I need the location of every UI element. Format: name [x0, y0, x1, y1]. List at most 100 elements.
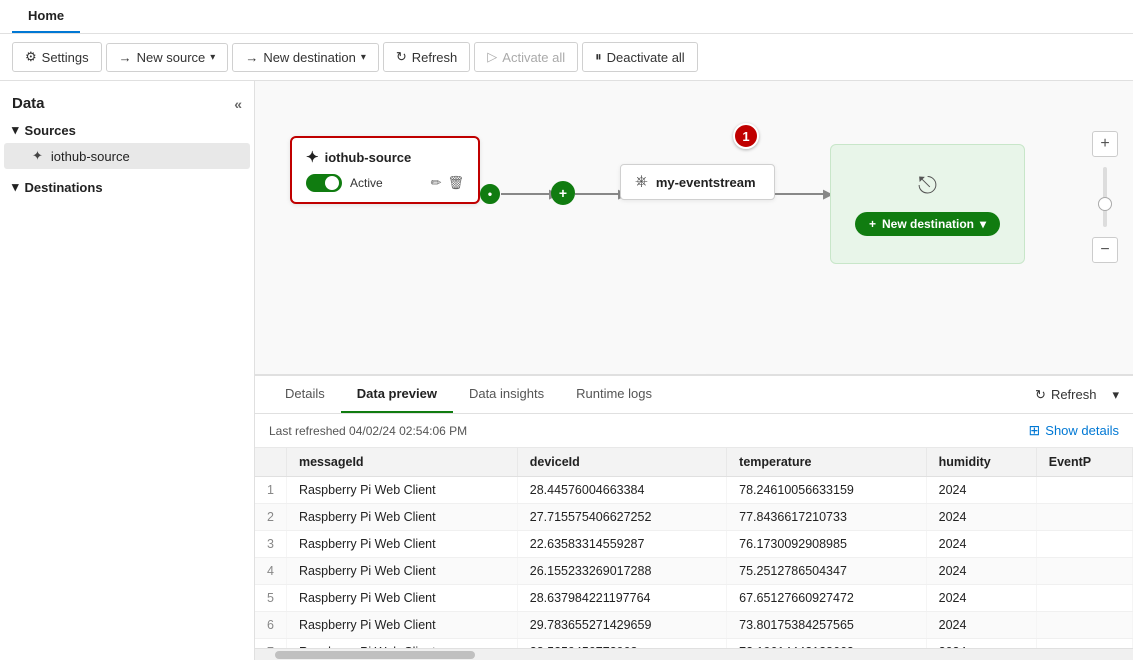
- destinations-chevron-icon: ▾: [12, 179, 19, 195]
- plus-connector[interactable]: +: [551, 181, 575, 205]
- sidebar-sources-section[interactable]: ▾ Sources: [0, 118, 254, 142]
- cell-row-num: 1: [255, 477, 286, 504]
- activate-all-icon: ▷: [487, 49, 497, 65]
- settings-button[interactable]: ⚙ Settings: [12, 42, 102, 72]
- table-cell: 22.63583314559287: [517, 531, 726, 558]
- eventstream-icon: ⎈: [635, 173, 648, 191]
- tab-data-insights[interactable]: Data insights: [453, 376, 560, 413]
- arrow-line-2: [575, 193, 620, 195]
- new-destination-canvas-button[interactable]: + New destination ▾: [855, 212, 1000, 236]
- source-delete-button[interactable]: 🗑: [447, 175, 464, 191]
- callout-1: 1: [733, 123, 759, 149]
- table-row: 7Raspberry Pi Web Client28.5259450773908…: [255, 639, 1133, 649]
- cell-row-num: 2: [255, 504, 286, 531]
- table-cell: 2024: [926, 558, 1036, 585]
- table-cell: Raspberry Pi Web Client: [286, 585, 517, 612]
- zoom-slider-thumb[interactable]: [1098, 197, 1112, 211]
- sidebar: Data « ▾ Sources ✦ iothub-source ▾ Desti…: [0, 81, 255, 660]
- bottom-panel: Details Data preview Data insights Runti…: [255, 376, 1133, 660]
- flow-canvas: ✦ iothub-source Active ✏ 🗑 1 •: [255, 81, 1133, 376]
- tab-runtime-logs[interactable]: Runtime logs: [560, 376, 668, 413]
- sidebar-header: Data «: [0, 89, 254, 118]
- panel-refresh-icon: ↻: [1035, 387, 1046, 403]
- sidebar-item-iothub-source[interactable]: ✦ iothub-source: [4, 143, 250, 169]
- source-status-label: Active: [350, 176, 383, 190]
- cell-row-num: 4: [255, 558, 286, 585]
- table-cell: 76.1730092908985: [727, 531, 927, 558]
- show-details-icon: ⊞: [1029, 422, 1041, 439]
- table-cell: 28.637984221197764: [517, 585, 726, 612]
- table-header-row: messageId deviceId temperature humidity …: [255, 448, 1133, 477]
- table-scroll-area[interactable]: messageId deviceId temperature humidity …: [255, 448, 1133, 648]
- col-header-row-num: [255, 448, 286, 477]
- zoom-slider-track: [1103, 167, 1107, 227]
- tab-bar: Home: [0, 0, 1133, 34]
- table-cell: Raspberry Pi Web Client: [286, 639, 517, 649]
- sidebar-collapse-button[interactable]: «: [234, 96, 242, 112]
- col-header-messageid: messageId: [286, 448, 517, 477]
- source-node[interactable]: ✦ iothub-source Active ✏ 🗑: [290, 136, 480, 204]
- table-cell: 28.44576004663384: [517, 477, 726, 504]
- table-row: 4Raspberry Pi Web Client26.1552332690172…: [255, 558, 1133, 585]
- activate-all-button[interactable]: ▷ Activate all: [474, 42, 578, 72]
- tab-data-preview[interactable]: Data preview: [341, 376, 453, 413]
- new-destination-button[interactable]: → New destination ▾: [232, 43, 379, 72]
- zoom-out-button[interactable]: −: [1092, 237, 1118, 263]
- table-cell: 2024: [926, 585, 1036, 612]
- destination-placeholder-icon: ⎋: [918, 172, 937, 200]
- sidebar-source-name: iothub-source: [51, 149, 130, 164]
- deactivate-all-button[interactable]: ⏸ Deactivate all: [582, 42, 698, 72]
- table-cell: [1036, 504, 1132, 531]
- table-cell: [1036, 639, 1132, 649]
- table-cell: 78.24610056633159: [727, 477, 927, 504]
- table-cell: 67.65127660927472: [727, 585, 927, 612]
- table-cell: 2024: [926, 612, 1036, 639]
- toolbar: ⚙ Settings → New source ▾ → New destinat…: [0, 34, 1133, 81]
- new-destination-chevron-icon: ▾: [361, 52, 366, 63]
- sidebar-destinations-section[interactable]: ▾ Destinations: [0, 175, 254, 199]
- panel-refresh-button[interactable]: ↻ Refresh: [1027, 383, 1104, 407]
- scrollbar-thumb[interactable]: [275, 651, 475, 659]
- table-row: 6Raspberry Pi Web Client29.7836552714296…: [255, 612, 1133, 639]
- tab-home[interactable]: Home: [12, 0, 80, 33]
- zoom-in-button[interactable]: +: [1092, 131, 1118, 157]
- sources-chevron-icon: ▾: [12, 122, 19, 138]
- table-cell: 28.5259450773908: [517, 639, 726, 649]
- table-cell: Raspberry Pi Web Client: [286, 612, 517, 639]
- table-cell: Raspberry Pi Web Client: [286, 531, 517, 558]
- sidebar-destinations-label: Destinations: [25, 180, 103, 195]
- table-cell: 26.155233269017288: [517, 558, 726, 585]
- sidebar-sources-label: Sources: [25, 123, 76, 138]
- tab-details[interactable]: Details: [269, 376, 341, 413]
- destination-node: ⎋ + New destination ▾: [830, 144, 1025, 264]
- node-actions: ✏ 🗑: [431, 175, 464, 191]
- panel-chevron-down-icon[interactable]: ▾: [1112, 387, 1119, 403]
- table-cell: 2024: [926, 531, 1036, 558]
- refresh-button[interactable]: ↻ Refresh: [383, 42, 470, 72]
- table-row: 1Raspberry Pi Web Client28.4457600466338…: [255, 477, 1133, 504]
- col-header-humidity: humidity: [926, 448, 1036, 477]
- bottom-scrollbar[interactable]: [255, 648, 1133, 660]
- sidebar-title: Data: [12, 95, 45, 112]
- panel-tab-actions: ↻ Refresh ▾: [1027, 383, 1119, 407]
- iothub-source-icon: ✦: [32, 148, 43, 164]
- deactivate-all-icon: ⏸: [595, 49, 602, 65]
- source-edit-button[interactable]: ✏: [431, 175, 442, 191]
- cell-row-num: 5: [255, 585, 286, 612]
- source-node-title: ✦ iothub-source: [306, 148, 464, 166]
- table-cell: 75.2512786504347: [727, 558, 927, 585]
- table-cell: 2024: [926, 639, 1036, 649]
- arrow-line-1: [501, 193, 551, 195]
- source-toggle[interactable]: [306, 174, 342, 192]
- col-header-temperature: temperature: [727, 448, 927, 477]
- cell-row-num: 6: [255, 612, 286, 639]
- table-cell: [1036, 477, 1132, 504]
- source-node-name: iothub-source: [325, 150, 412, 165]
- table-cell: 73.80175384257565: [727, 612, 927, 639]
- new-source-button[interactable]: → New source ▾: [106, 43, 229, 72]
- table-cell: 2024: [926, 477, 1036, 504]
- new-source-icon: →: [119, 50, 132, 65]
- zoom-controls: + −: [1092, 131, 1118, 263]
- show-details-button[interactable]: ⊞ Show details: [1029, 422, 1119, 439]
- eventstream-node[interactable]: ⎈ my-eventstream: [620, 164, 775, 200]
